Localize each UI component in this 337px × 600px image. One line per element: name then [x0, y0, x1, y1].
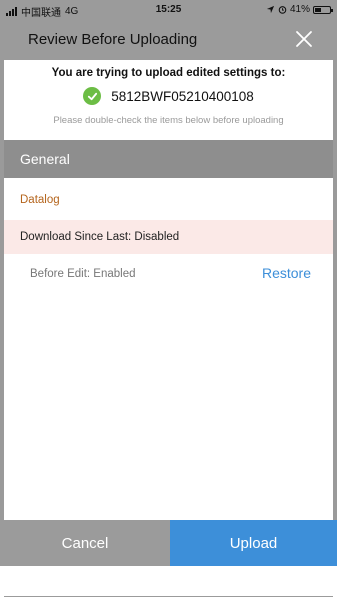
section-title: General	[20, 151, 70, 167]
location-icon	[266, 5, 275, 14]
review-sheet: You are trying to upload edited settings…	[4, 60, 333, 520]
changed-setting-label: Download Since Last: Disabled	[20, 231, 180, 243]
upload-target-message: You are trying to upload edited settings…	[51, 67, 286, 79]
dialog-header: Review Before Uploading	[0, 20, 337, 60]
dialog-footer: Cancel Upload	[0, 520, 337, 566]
double-check-hint: Please double-check the items below befo…	[53, 115, 284, 126]
battery-percent: 41%	[289, 4, 310, 15]
status-right: 41%	[266, 4, 333, 15]
device-row: 5812BWF05210400108	[4, 87, 333, 105]
check-circle-icon	[83, 87, 102, 105]
category-datalog: Datalog	[20, 194, 60, 206]
status-bar: 中国联通 4G 15:25 41%	[0, 0, 337, 20]
battery-icon	[313, 5, 333, 14]
cancel-button[interactable]: Cancel	[0, 520, 170, 566]
alarm-icon	[278, 6, 287, 14]
device-serial: 5812BWF05210400108	[111, 88, 254, 104]
bottom-divider	[4, 566, 333, 597]
close-icon[interactable]	[293, 28, 315, 50]
before-edit-value: Before Edit: Enabled	[30, 268, 136, 280]
upload-intro: You are trying to upload edited settings…	[4, 67, 333, 126]
upload-button[interactable]: Upload	[170, 520, 337, 566]
bottom-safe-area	[0, 566, 337, 600]
restore-button[interactable]: Restore	[262, 265, 311, 281]
dialog-title: Review Before Uploading	[28, 31, 198, 48]
changed-setting-row: Download Since Last: Disabled	[4, 220, 333, 254]
section-header-general: General	[4, 140, 333, 178]
before-edit-row: Before Edit: Enabled Restore	[4, 260, 333, 290]
